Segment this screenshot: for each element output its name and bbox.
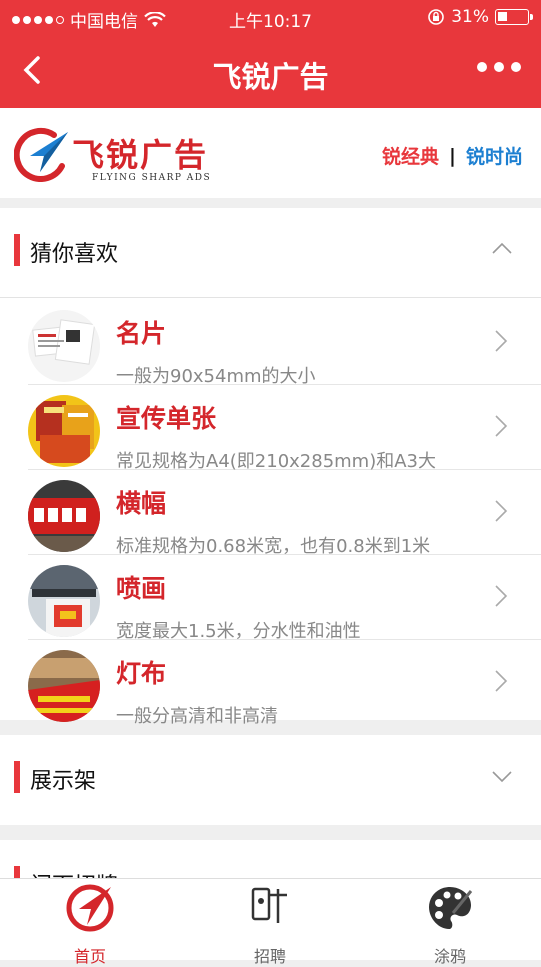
- battery-percent: 31%: [451, 7, 489, 27]
- list-item-banner[interactable]: 横幅 标准规格为0.68米宽，也有0.8米到1米: [28, 470, 541, 557]
- section-header-storefront-sign[interactable]: 门面招牌: [0, 840, 541, 880]
- section-header-display-rack[interactable]: 展示架: [0, 735, 541, 825]
- banner-thumbnail: [28, 480, 100, 552]
- palette-icon: [429, 887, 473, 929]
- section-display-rack: 展示架: [0, 735, 541, 825]
- nav-bar: 飞锐广告: [0, 36, 541, 108]
- item-name: 名片: [116, 319, 167, 348]
- link-fashion[interactable]: 锐时尚: [466, 142, 523, 169]
- chevron-down-icon[interactable]: [491, 765, 513, 787]
- battery-icon: [495, 9, 533, 25]
- light-cloth-thumbnail: [28, 650, 100, 722]
- nav-title: 飞锐广告: [212, 60, 329, 94]
- link-separator: |: [449, 144, 456, 167]
- list-item-flyer[interactable]: 宣传单张 常见规格为A4(即210x285mm)和A3大: [28, 385, 541, 472]
- section-header-recommend[interactable]: 猜你喜欢: [0, 208, 541, 298]
- chevron-right-icon: [495, 500, 508, 522]
- tab-label: 招聘: [253, 947, 286, 966]
- chevron-up-icon[interactable]: [491, 238, 513, 260]
- link-classic[interactable]: 锐经典: [382, 142, 439, 169]
- section-marker: [14, 234, 20, 266]
- status-bar: 中国电信 上午10:17 31%: [0, 0, 541, 36]
- section-recommend: 猜你喜欢 名片 一般为90x54mm的大小 宣传单张 常见规格为A4(即210x…: [0, 208, 541, 727]
- tab-label: 首页: [73, 947, 106, 966]
- tab-bar: 首页 招聘 涂鸦: [0, 878, 541, 966]
- home-logo-icon: [66, 884, 114, 932]
- brand-name: 飞锐广告: [72, 136, 209, 174]
- chevron-right-icon: [495, 670, 508, 692]
- list-item-card[interactable]: 名片 一般为90x54mm的大小: [28, 300, 541, 387]
- tab-home[interactable]: 首页: [40, 883, 140, 966]
- item-name: 宣传单张: [116, 404, 217, 433]
- chevron-right-icon: [495, 330, 508, 352]
- brand-header: 飞锐广告 FLYING SHARP ADS 锐经典 | 锐时尚: [0, 108, 541, 198]
- item-name: 灯布: [116, 659, 167, 688]
- section-title: 展示架: [30, 769, 97, 794]
- brand-logo-icon: [14, 128, 68, 182]
- business-card-thumbnail: [28, 310, 100, 382]
- section-storefront-sign: 门面招牌: [0, 840, 541, 880]
- tab-label: 涂鸦: [433, 947, 466, 966]
- inkjet-print-thumbnail: [28, 565, 100, 637]
- more-menu-icon[interactable]: [477, 62, 521, 72]
- rotation-lock-icon: [428, 9, 445, 25]
- item-description: 一般分高清和非高清: [116, 706, 278, 727]
- section-marker: [14, 761, 20, 793]
- chevron-right-icon: [495, 415, 508, 437]
- brand-subtitle: FLYING SHARP ADS: [92, 173, 212, 183]
- section-title: 猜你喜欢: [30, 242, 119, 267]
- item-name: 横幅: [116, 489, 167, 518]
- tab-graffiti[interactable]: 涂鸦: [400, 883, 500, 966]
- chevron-right-icon: [495, 585, 508, 607]
- flyer-thumbnail: [28, 395, 100, 467]
- brand-logo: 飞锐广告 FLYING SHARP ADS: [14, 124, 214, 188]
- list-item-lightcloth[interactable]: 灯布 一般分高清和非高清: [28, 640, 541, 727]
- tab-recruit[interactable]: 招聘: [220, 883, 320, 966]
- item-name: 喷画: [116, 574, 167, 603]
- list-item-inkjet[interactable]: 喷画 宽度最大1.5米，分水性和油性: [28, 555, 541, 642]
- recruit-icon: [251, 887, 287, 923]
